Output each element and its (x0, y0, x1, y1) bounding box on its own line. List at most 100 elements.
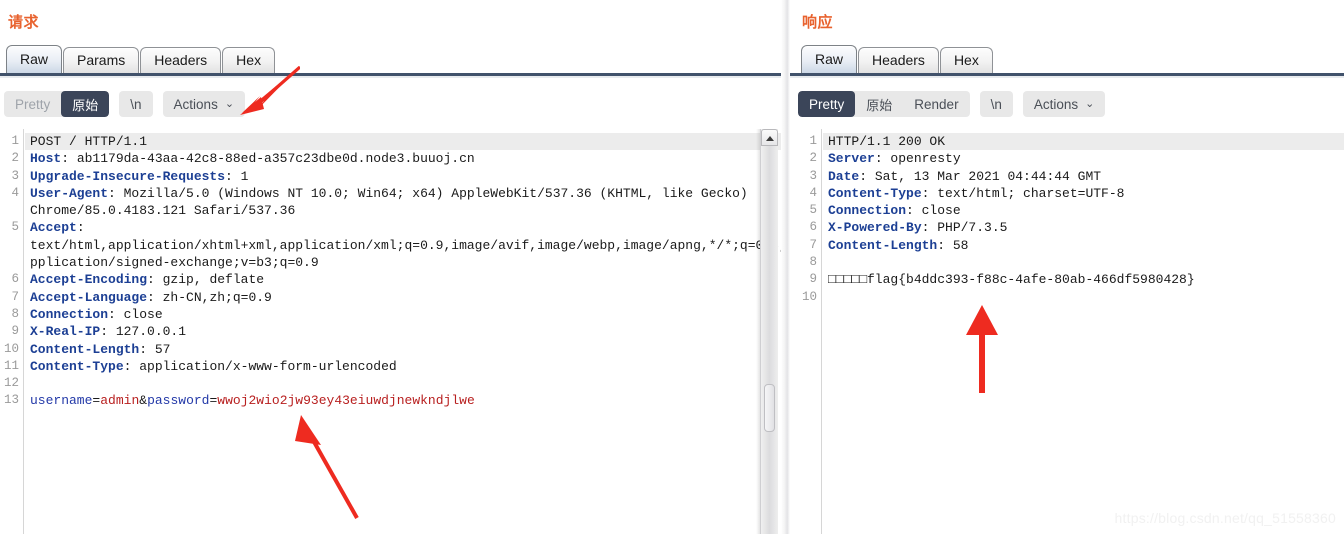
code-line[interactable]: HTTP/1.1 200 OK (823, 133, 1344, 151)
request-actions-label: Actions (173, 96, 218, 112)
tab-request-hex[interactable]: Hex (222, 47, 276, 73)
code-line[interactable]: Content-Length: 58 (823, 237, 1344, 254)
code-segment: : zh-CN,zh;q=0.9 (147, 289, 272, 305)
code-segment: : close (906, 203, 961, 219)
code-line[interactable]: Accept-Language: zh-CN,zh;q=0.9 (25, 289, 781, 306)
code-line[interactable]: Date: Sat, 13 Mar 2021 04:44:44 GMT (823, 168, 1344, 185)
code-segment: Connection (828, 203, 907, 219)
request-code[interactable]: POST / HTTP/1.1 Host: ab1179da-43aa-42c8-… (25, 129, 781, 534)
response-editor[interactable]: 1 2 3 4 5 6 7 8 9 10 HTTP/1.1 200 OK Server: openr… (790, 129, 1344, 534)
response-toolbar: Pretty 原始 Render \n Actions ⌄ (798, 91, 1115, 117)
code-line[interactable]: Connection: close (823, 202, 1344, 219)
tab-response-hex[interactable]: Hex (939, 47, 993, 73)
code-segment: Chrome/85.0.4183.121 Safari/537.36 (30, 203, 296, 219)
request-vertical-scrollbar[interactable] (760, 129, 778, 534)
response-code[interactable]: HTTP/1.1 200 OK Server: openresty Date: Sa… (823, 129, 1344, 534)
code-line[interactable]: pplication/signed-exchange;v=b3;q=0.9 (25, 254, 781, 271)
request-actions-button[interactable]: Actions ⌄ (163, 91, 246, 117)
line-number: 9 (809, 272, 817, 287)
code-line[interactable]: Content-Type: text/html; charset=UTF-8 (823, 185, 1344, 202)
code-line[interactable]: X-Real-IP: 127.0.0.1 (25, 323, 781, 340)
code-segment: X-Powered-By (828, 220, 922, 236)
code-line[interactable] (823, 254, 1344, 271)
code-line[interactable] (823, 289, 1344, 306)
response-render-button[interactable]: Render (903, 91, 969, 117)
code-line[interactable]: □□□□□flag{b4ddc393-f88c-4afe-80ab-466df5… (823, 271, 1344, 288)
code-segment: : gzip, deflate (147, 272, 265, 288)
tab-request-raw[interactable]: Raw (6, 45, 63, 73)
code-line[interactable]: POST / HTTP/1.1 (25, 133, 781, 151)
code-segment: : 1 (225, 168, 249, 184)
code-segment: wwoj2wio2jw93ey43eiuwdjnewkndjlwe (217, 393, 475, 409)
code-segment: : openresty (874, 151, 961, 167)
request-editor[interactable]: 1234·5··678910111213 POST / HTTP/1.1Host… (0, 129, 781, 534)
line-number: 10 (801, 289, 817, 304)
line-number: 4 (11, 185, 19, 200)
request-raw-button[interactable]: 原始 (61, 91, 110, 117)
response-tab-underline (790, 73, 1344, 78)
chevron-down-icon: ⌄ (1085, 97, 1095, 110)
tab-response-headers[interactable]: Headers (858, 47, 939, 73)
request-panel: 请求 Raw Params Headers Hex Pretty 原始 \n A… (0, 0, 781, 534)
code-line[interactable]: Content-Length: 57 (25, 341, 781, 358)
code-segment: : text/html; charset=UTF-8 (921, 185, 1125, 201)
code-line[interactable]: username=admin&password=wwoj2wio2jw93ey4… (25, 392, 781, 409)
code-segment: X-Real-IP (30, 324, 101, 340)
code-segment: Content-Length (30, 341, 140, 357)
tab-response-raw[interactable]: Raw (801, 45, 858, 73)
request-pretty-button[interactable]: Pretty (4, 91, 61, 117)
line-number: 5 (809, 203, 817, 218)
code-line[interactable]: Accept-Encoding: gzip, deflate (25, 271, 781, 288)
code-segment: : 57 (139, 341, 171, 357)
request-scrollbar-thumb[interactable] (764, 384, 775, 432)
line-number: 2 (809, 151, 817, 166)
code-segment: Server (828, 151, 875, 167)
response-tabs: Raw Headers Hex (801, 45, 994, 73)
panel-splitter[interactable] (781, 0, 790, 534)
code-line[interactable]: Content-Type: application/x-www-form-url… (25, 358, 781, 375)
response-actions-group: Actions ⌄ (1022, 91, 1106, 117)
code-line[interactable]: Chrome/85.0.4183.121 Safari/537.36 (25, 202, 781, 219)
code-segment: HTTP/1.1 200 OK (828, 134, 946, 149)
code-line[interactable] (25, 375, 781, 392)
scroll-up-arrow-icon[interactable] (761, 129, 778, 146)
code-segment: Upgrade-Insecure-Requests (30, 168, 226, 184)
code-line[interactable]: Host: ab1179da-43aa-42c8-88ed-a357c23dbe… (25, 150, 781, 167)
line-number: 9 (11, 324, 19, 339)
response-pretty-button[interactable]: Pretty (798, 91, 856, 117)
line-number: 6 (809, 220, 817, 235)
code-segment: Content-Type (30, 358, 124, 374)
code-segment: username (30, 393, 93, 409)
code-line[interactable]: User-Agent: Mozilla/5.0 (Windows NT 10.0… (25, 185, 781, 202)
watermark: https://blog.csdn.net/qq_51558360 (1114, 510, 1336, 526)
tab-request-params[interactable]: Params (63, 47, 140, 73)
request-newline-button[interactable]: \n (119, 91, 152, 117)
code-segment: & (139, 393, 148, 409)
response-actions-label: Actions (1033, 96, 1079, 112)
code-line[interactable]: text/html,application/xhtml+xml,applicat… (25, 237, 781, 254)
response-actions-button[interactable]: Actions ⌄ (1023, 91, 1106, 117)
code-line[interactable]: X-Powered-By: PHP/7.3.5 (823, 219, 1344, 236)
line-number: 1 (809, 134, 817, 148)
code-segment: : application/x-www-form-urlencoded (123, 358, 397, 374)
request-newline-group: \n (119, 91, 153, 117)
code-segment: : PHP/7.3.5 (921, 220, 1008, 236)
request-tabstrip: Raw Params Headers Hex (0, 44, 781, 78)
response-tabstrip: Raw Headers Hex (790, 44, 1344, 78)
code-segment: : 58 (937, 237, 969, 253)
line-number: 1 (11, 134, 19, 148)
code-segment: : 127.0.0.1 (100, 324, 187, 340)
response-newline-button[interactable]: \n (980, 91, 1013, 117)
code-line[interactable]: Server: openresty (823, 150, 1344, 167)
code-line[interactable]: Connection: close (25, 306, 781, 323)
tab-request-headers[interactable]: Headers (140, 47, 222, 73)
response-raw-button[interactable]: 原始 (855, 91, 903, 117)
request-tabs: Raw Params Headers Hex (6, 45, 276, 73)
code-segment: admin (100, 393, 140, 409)
code-line[interactable]: Upgrade-Insecure-Requests: 1 (25, 168, 781, 185)
code-segment: text/html,application/xhtml+xml,applicat… (30, 237, 781, 253)
code-line[interactable]: Accept: (25, 219, 781, 236)
code-segment: Content-Length (828, 237, 938, 253)
line-number: · (0, 254, 23, 271)
line-number: 8 (11, 306, 19, 321)
